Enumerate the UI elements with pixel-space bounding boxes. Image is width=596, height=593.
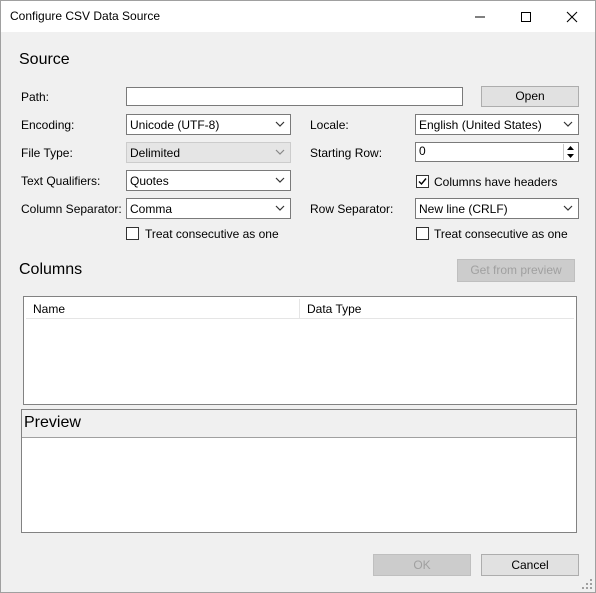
column-header-name[interactable]: Name xyxy=(33,302,65,316)
treat-consecutive-left-label: Treat consecutive as one xyxy=(145,227,279,241)
text-qualifiers-label: Text Qualifiers: xyxy=(21,174,101,188)
check-icon xyxy=(418,178,427,186)
path-label: Path: xyxy=(21,90,50,104)
open-button[interactable]: Open xyxy=(481,86,579,107)
get-from-preview-button[interactable]: Get from preview xyxy=(457,259,575,282)
treat-consecutive-right-checkbox[interactable] xyxy=(416,227,429,240)
columns-grid-header: Name Data Type xyxy=(26,299,574,319)
chevron-down-icon xyxy=(275,177,285,183)
file-type-label: File Type: xyxy=(21,146,73,160)
preview-panel: Preview xyxy=(21,409,577,533)
locale-label: Locale: xyxy=(310,118,349,132)
chevron-down-icon xyxy=(563,205,573,211)
columns-grid[interactable]: Name Data Type xyxy=(23,296,577,405)
chevron-down-icon xyxy=(275,149,285,155)
columns-have-headers-label: Columns have headers xyxy=(434,175,558,189)
encoding-label: Encoding: xyxy=(21,118,75,132)
minimize-button[interactable] xyxy=(457,1,503,32)
row-separator-value: New line (CRLF) xyxy=(419,202,508,216)
locale-value: English (United States) xyxy=(419,118,542,132)
encoding-dropdown[interactable]: Unicode (UTF-8) xyxy=(126,114,291,135)
spinner-buttons[interactable] xyxy=(563,144,577,160)
row-separator-label: Row Separator: xyxy=(310,202,394,216)
treat-consecutive-left-checkbox[interactable] xyxy=(126,227,139,240)
text-qualifiers-dropdown[interactable]: Quotes xyxy=(126,170,291,191)
column-divider[interactable] xyxy=(299,299,300,318)
column-separator-label: Column Separator: xyxy=(21,202,122,216)
title-bar: Configure CSV Data Source xyxy=(1,1,595,32)
spin-up-icon[interactable] xyxy=(564,144,577,152)
locale-dropdown[interactable]: English (United States) xyxy=(415,114,579,135)
text-qualifiers-value: Quotes xyxy=(130,174,169,188)
column-separator-dropdown[interactable]: Comma xyxy=(126,198,291,219)
preview-heading: Preview xyxy=(24,414,81,431)
preview-header: Preview xyxy=(22,410,576,438)
window-title: Configure CSV Data Source xyxy=(10,9,161,23)
row-separator-dropdown[interactable]: New line (CRLF) xyxy=(415,198,579,219)
starting-row-value: 0 xyxy=(419,144,426,158)
maximize-button[interactable] xyxy=(503,1,549,32)
column-separator-value: Comma xyxy=(130,202,173,216)
spin-down-icon[interactable] xyxy=(564,152,577,160)
treat-consecutive-right-label: Treat consecutive as one xyxy=(434,227,568,241)
encoding-value: Unicode (UTF-8) xyxy=(130,118,220,132)
path-input[interactable] xyxy=(126,87,463,106)
column-header-data-type[interactable]: Data Type xyxy=(307,302,361,316)
file-type-dropdown[interactable]: Delimited xyxy=(126,142,291,163)
chevron-down-icon xyxy=(275,121,285,127)
close-button[interactable] xyxy=(549,1,595,32)
source-heading: Source xyxy=(19,51,70,68)
close-icon xyxy=(566,11,578,22)
minimize-icon xyxy=(475,16,485,17)
chevron-down-icon xyxy=(275,205,285,211)
starting-row-spinner[interactable]: 0 xyxy=(415,142,579,162)
chevron-down-icon xyxy=(563,121,573,127)
resize-grip-icon[interactable] xyxy=(581,578,593,590)
columns-have-headers-checkbox[interactable] xyxy=(416,175,429,188)
ok-button[interactable]: OK xyxy=(373,554,471,576)
maximize-icon xyxy=(521,11,531,22)
file-type-value: Delimited xyxy=(130,146,181,160)
configure-csv-dialog: Configure CSV Data Source Source Path: O… xyxy=(0,0,596,593)
columns-heading: Columns xyxy=(19,261,83,278)
starting-row-label: Starting Row: xyxy=(310,146,383,160)
cancel-button[interactable]: Cancel xyxy=(481,554,579,576)
